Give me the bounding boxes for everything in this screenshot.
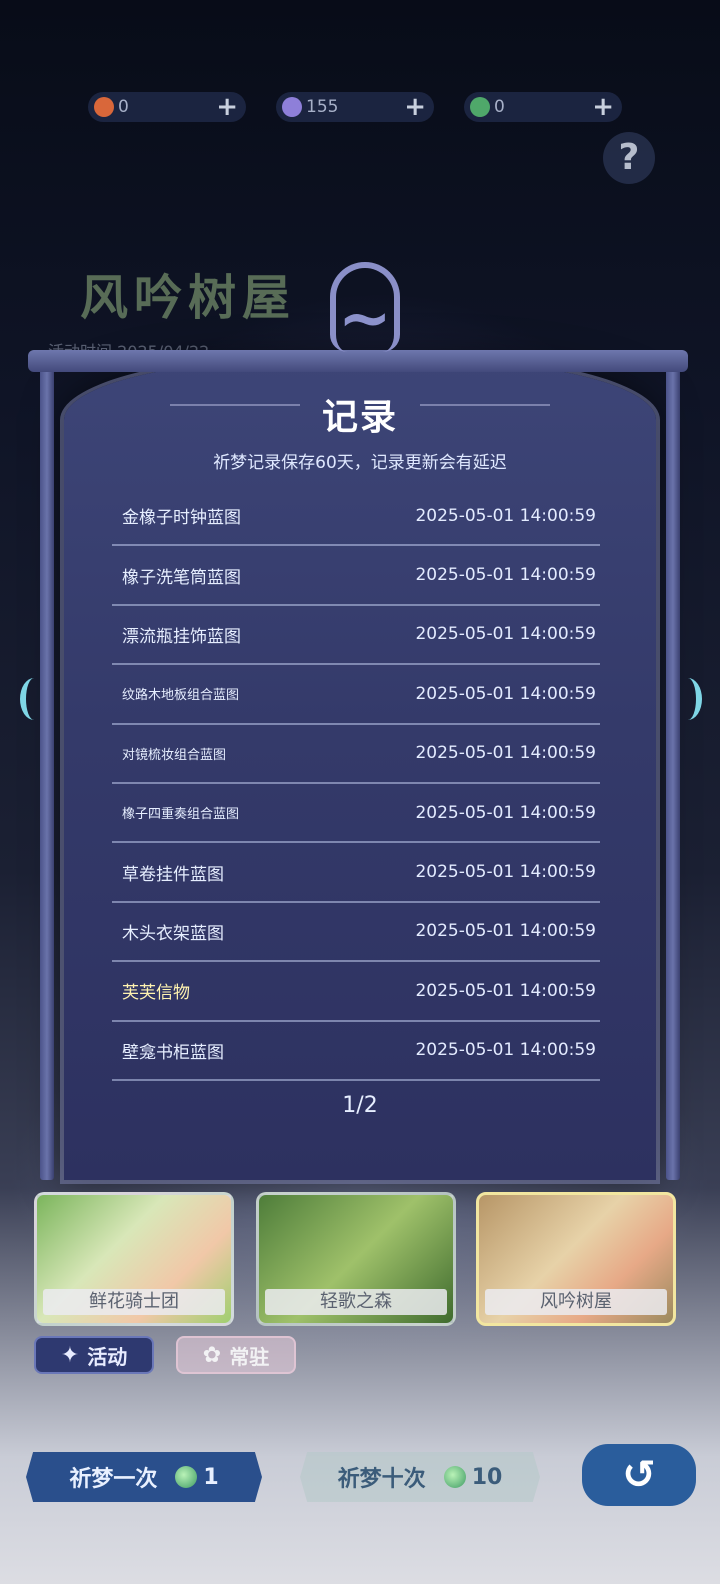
record-row: 橡子洗笔筒蓝图 2025-05-01 14:00:59	[112, 546, 600, 606]
record-name: 芙芙信物	[122, 983, 190, 1004]
record-name: 对镜梳妆组合蓝图	[122, 747, 227, 763]
record-row: 芙芙信物 2025-05-01 14:00:59	[112, 962, 600, 1022]
prev-page-arrow-icon[interactable]	[20, 678, 48, 720]
record-time: 2025-05-01 14:00:59	[415, 980, 596, 1001]
banner-card-label: 鲜花骑士团	[43, 1289, 225, 1315]
swirl-icon: ~	[338, 282, 392, 356]
record-name: 木头衣架蓝图	[122, 923, 224, 944]
currency-leaf: 0 +	[464, 92, 622, 122]
record-name: 草卷挂件蓝图	[122, 864, 224, 885]
permanent-icon: ✿	[202, 1342, 222, 1368]
record-row: 橡子四重奏组合蓝图 2025-05-01 14:00:59	[112, 784, 600, 844]
currency-value: 155	[306, 97, 339, 117]
record-time: 2025-05-01 14:00:59	[415, 505, 596, 526]
banner-card-label: 风吟树屋	[485, 1289, 667, 1315]
pull-once-cost: 1	[203, 1464, 219, 1490]
currency-moon: 155 +	[276, 92, 434, 122]
modal-frame-right	[666, 360, 680, 1180]
record-time: 2025-05-01 14:00:59	[415, 743, 596, 764]
back-arrow-icon: ↺	[622, 1452, 656, 1498]
record-row: 木头衣架蓝图 2025-05-01 14:00:59	[112, 903, 600, 963]
pull-ten-label: 祈梦十次	[337, 1467, 426, 1492]
page-indicator: 1/2	[342, 1093, 378, 1118]
record-row: 纹路木地板组合蓝图 2025-05-01 14:00:59	[112, 665, 600, 725]
record-time: 2025-05-01 14:00:59	[415, 683, 596, 704]
record-row: 对镜梳妆组合蓝图 2025-05-01 14:00:59	[112, 725, 600, 784]
add-currency-button[interactable]: +	[216, 94, 238, 120]
record-row: 草卷挂件蓝图 2025-05-01 14:00:59	[112, 843, 600, 903]
record-time: 2025-05-01 14:00:59	[415, 565, 596, 586]
tab-permanent[interactable]: ✿ 常驻	[176, 1336, 296, 1374]
leaf-gem-icon	[443, 1466, 466, 1488]
activity-icon: ✦	[60, 1342, 80, 1368]
record-time: 2025-05-01 14:00:59	[415, 624, 596, 645]
leaf-gem-icon	[175, 1466, 198, 1488]
tab-label: 活动	[87, 1344, 128, 1369]
record-list: 金橡子时钟蓝图 2025-05-01 14:00:59 橡子洗笔筒蓝图 2025…	[112, 487, 600, 1081]
record-time: 2025-05-01 14:00:59	[415, 862, 596, 883]
background-event-title: 风吟树屋	[80, 270, 297, 326]
next-page-arrow-icon[interactable]	[674, 678, 702, 720]
record-name: 纹路木地板组合蓝图	[122, 688, 240, 704]
tab-label: 常驻	[229, 1344, 270, 1369]
record-name: 橡子四重奏组合蓝图	[122, 807, 240, 823]
currency-value: 0	[118, 97, 129, 117]
record-time: 2025-05-01 14:00:59	[415, 921, 596, 942]
pull-ten-button[interactable]: 祈梦十次 10	[300, 1452, 540, 1502]
currency-value: 0	[494, 97, 505, 117]
record-name: 橡子洗笔筒蓝图	[122, 567, 241, 588]
record-name: 金橡子时钟蓝图	[122, 508, 241, 529]
back-button[interactable]: ↺	[582, 1444, 696, 1506]
moon-coin-icon	[282, 97, 302, 117]
modal-subtitle: 祈梦记录保存60天，记录更新会有延迟	[213, 453, 507, 473]
pull-once-button[interactable]: 祈梦一次 1	[26, 1452, 262, 1502]
pull-ten-cost: 10	[471, 1464, 503, 1490]
record-row: 漂流瓶挂饰蓝图 2025-05-01 14:00:59	[112, 606, 600, 666]
currency-flower: 0 +	[88, 92, 246, 122]
tab-activity[interactable]: ✦ 活动	[34, 1336, 154, 1374]
record-time: 2025-05-01 14:00:59	[415, 802, 596, 823]
banner-card-flower-knights[interactable]: 鲜花骑士团	[34, 1192, 234, 1326]
modal-frame-left	[40, 360, 54, 1180]
record-row: 壁龛书柜蓝图 2025-05-01 14:00:59	[112, 1022, 600, 1081]
record-time: 2025-05-01 14:00:59	[415, 1040, 596, 1061]
leaf-gem-icon	[470, 97, 490, 117]
modal-title: 记录	[321, 397, 398, 438]
banner-card-wind-treehouse[interactable]: 风吟树屋	[476, 1192, 676, 1326]
pull-once-label: 祈梦一次	[69, 1467, 158, 1492]
banner-card-song-forest[interactable]: 轻歌之森	[256, 1192, 456, 1326]
add-currency-button[interactable]: +	[404, 94, 426, 120]
record-name: 壁龛书柜蓝图	[122, 1042, 224, 1063]
help-button[interactable]: ?	[603, 132, 655, 184]
record-name: 漂流瓶挂饰蓝图	[122, 626, 241, 647]
record-row: 金橡子时钟蓝图 2025-05-01 14:00:59	[112, 487, 600, 547]
add-currency-button[interactable]: +	[592, 94, 614, 120]
flower-coin-icon	[94, 97, 114, 117]
banner-card-label: 轻歌之森	[265, 1289, 447, 1315]
